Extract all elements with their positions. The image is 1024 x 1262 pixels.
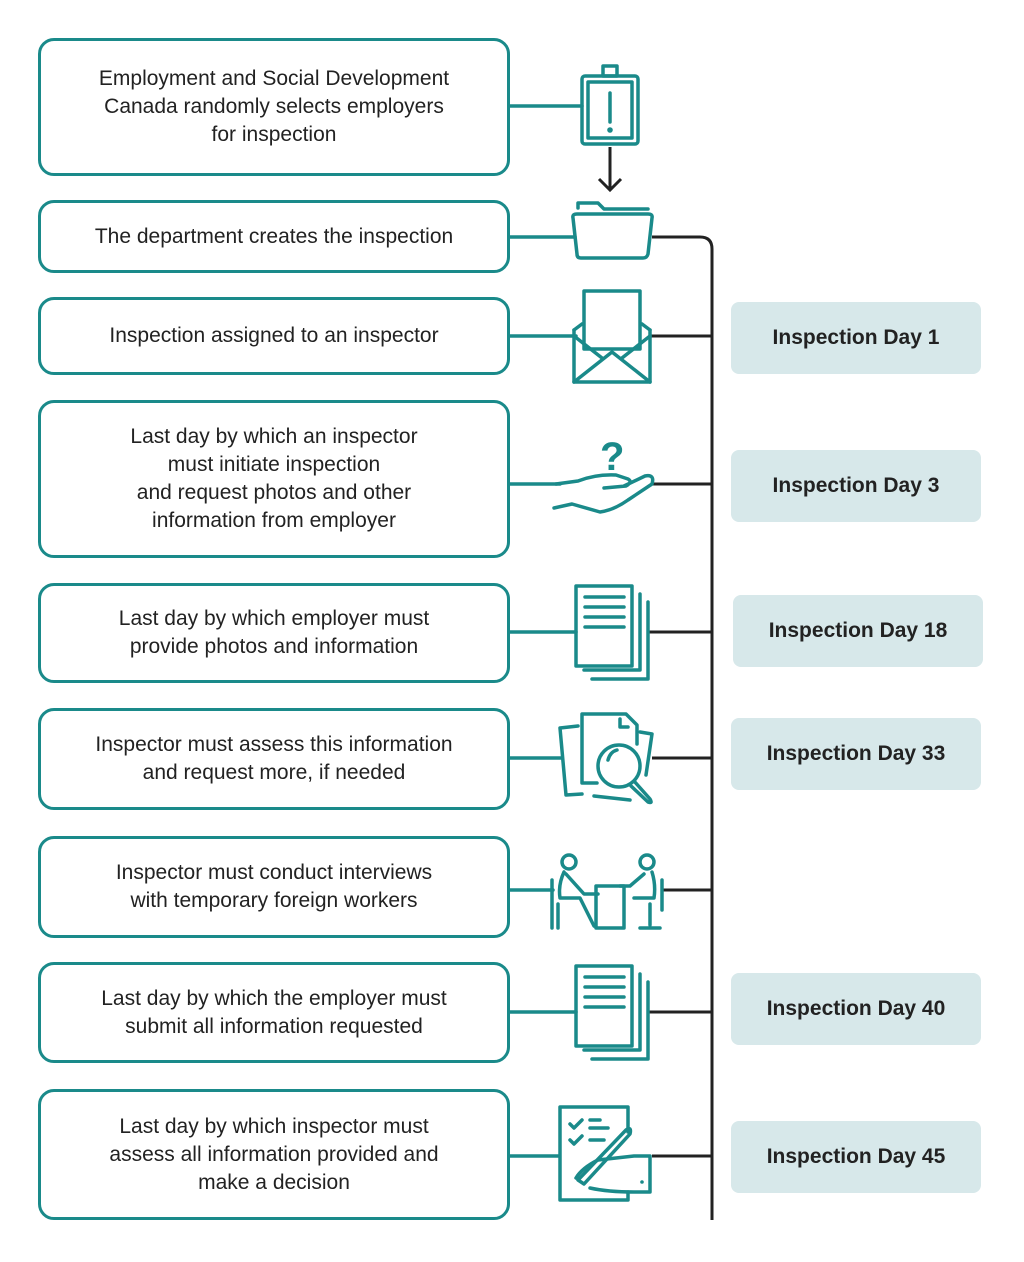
step-box-conduct-interviews: Inspector must conduct interviews with t… [38, 836, 510, 938]
step-box-employer-provide: Last day by which employer must provide … [38, 583, 510, 683]
svg-text:?: ? [600, 435, 624, 479]
hand-question-icon: ? [552, 435, 655, 514]
folder-icon [571, 201, 654, 260]
interview-icon [550, 853, 664, 930]
step-box-submit-information: Last day by which the employer must subm… [38, 962, 510, 1063]
timeline-line [652, 235, 714, 1220]
day-badge-3: Inspection Day 3 [731, 450, 981, 522]
step-box-assign-inspector: Inspection assigned to an inspector [38, 297, 510, 375]
sign-checklist-icon [558, 1105, 652, 1202]
day-badge-40: Inspection Day 40 [731, 973, 981, 1045]
step-box-initiate-inspection: Last day by which an inspector must init… [38, 400, 510, 558]
step-box-assess-information: Inspector must assess this information a… [38, 708, 510, 810]
envelope-icon [572, 289, 652, 384]
document-search-icon [558, 712, 654, 805]
step-box-create-inspection: The department creates the inspection [38, 200, 510, 273]
documents-icon [574, 964, 650, 1061]
step-box-make-decision: Last day by which inspector must assess … [38, 1089, 510, 1220]
day-badge-18: Inspection Day 18 [733, 595, 983, 667]
step-box-select-employers: Employment and Social Development Canada… [38, 38, 510, 176]
clipboard-alert-icon [580, 64, 640, 146]
day-badge-45: Inspection Day 45 [731, 1121, 981, 1193]
day-badge-33: Inspection Day 33 [731, 718, 981, 790]
day-badge-1: Inspection Day 1 [731, 302, 981, 374]
documents-icon [574, 584, 650, 681]
